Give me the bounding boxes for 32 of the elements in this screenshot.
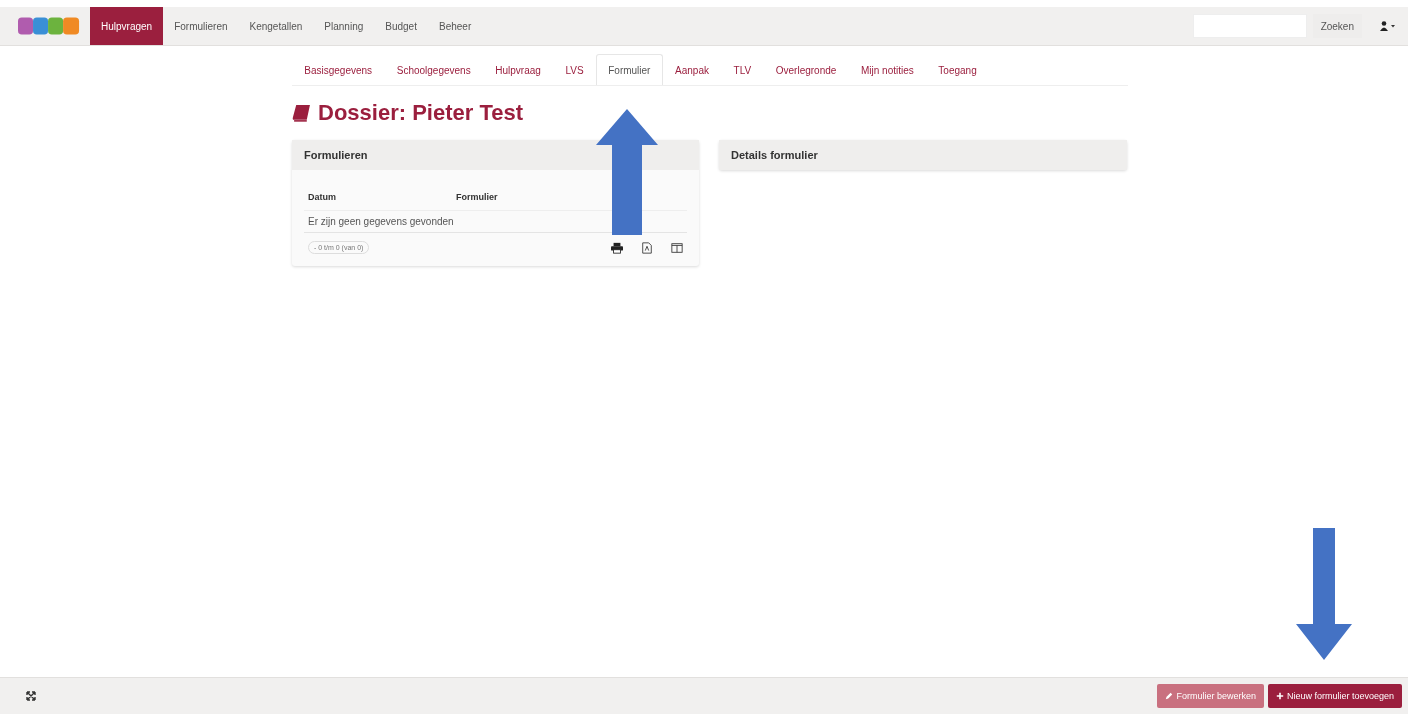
book-icon (292, 103, 311, 123)
footer-button[interactable]: Nieuw formulier toevoegen (1267, 684, 1402, 708)
tab[interactable]: Hulpvraag (482, 54, 554, 85)
plus-icon (1275, 692, 1284, 700)
panel-title: Formulieren (304, 149, 368, 161)
columns-icon[interactable] (671, 241, 683, 254)
print-icon[interactable] (611, 241, 623, 254)
nav-item[interactable]: Formulieren (163, 7, 239, 45)
tab[interactable]: TLV (721, 54, 764, 85)
panel-title: Details formulier (731, 149, 818, 161)
logo-icon (18, 16, 80, 36)
nav-item[interactable]: Budget (374, 7, 428, 45)
page-title: Dossier: Pieter Test (318, 100, 523, 126)
arrow-up-icon (596, 109, 658, 235)
nav-item[interactable]: Beheer (427, 7, 483, 45)
column-header: Formulier (456, 192, 499, 202)
pencil-icon (1165, 692, 1174, 700)
tab[interactable]: Aanpak (662, 54, 722, 85)
nav-item[interactable]: Kengetallen (238, 7, 314, 45)
tab[interactable]: Schoolgegevens (384, 54, 483, 85)
tab[interactable]: LVS (553, 54, 596, 85)
nav-item[interactable]: Hulpvragen (90, 7, 164, 45)
nav-item[interactable]: Planning (313, 7, 375, 45)
expand-icon[interactable] (26, 691, 36, 701)
tab[interactable]: Basisgegevens (292, 54, 385, 85)
tab[interactable]: Overlegronde (763, 54, 849, 85)
arrow-down-icon (1296, 528, 1352, 660)
column-header: Datum (308, 192, 337, 202)
tab[interactable]: Mijn notities (848, 54, 927, 85)
tab[interactable]: Toegang (926, 54, 990, 85)
file-icon[interactable] (641, 241, 653, 254)
tab[interactable]: Formulier (595, 54, 663, 85)
